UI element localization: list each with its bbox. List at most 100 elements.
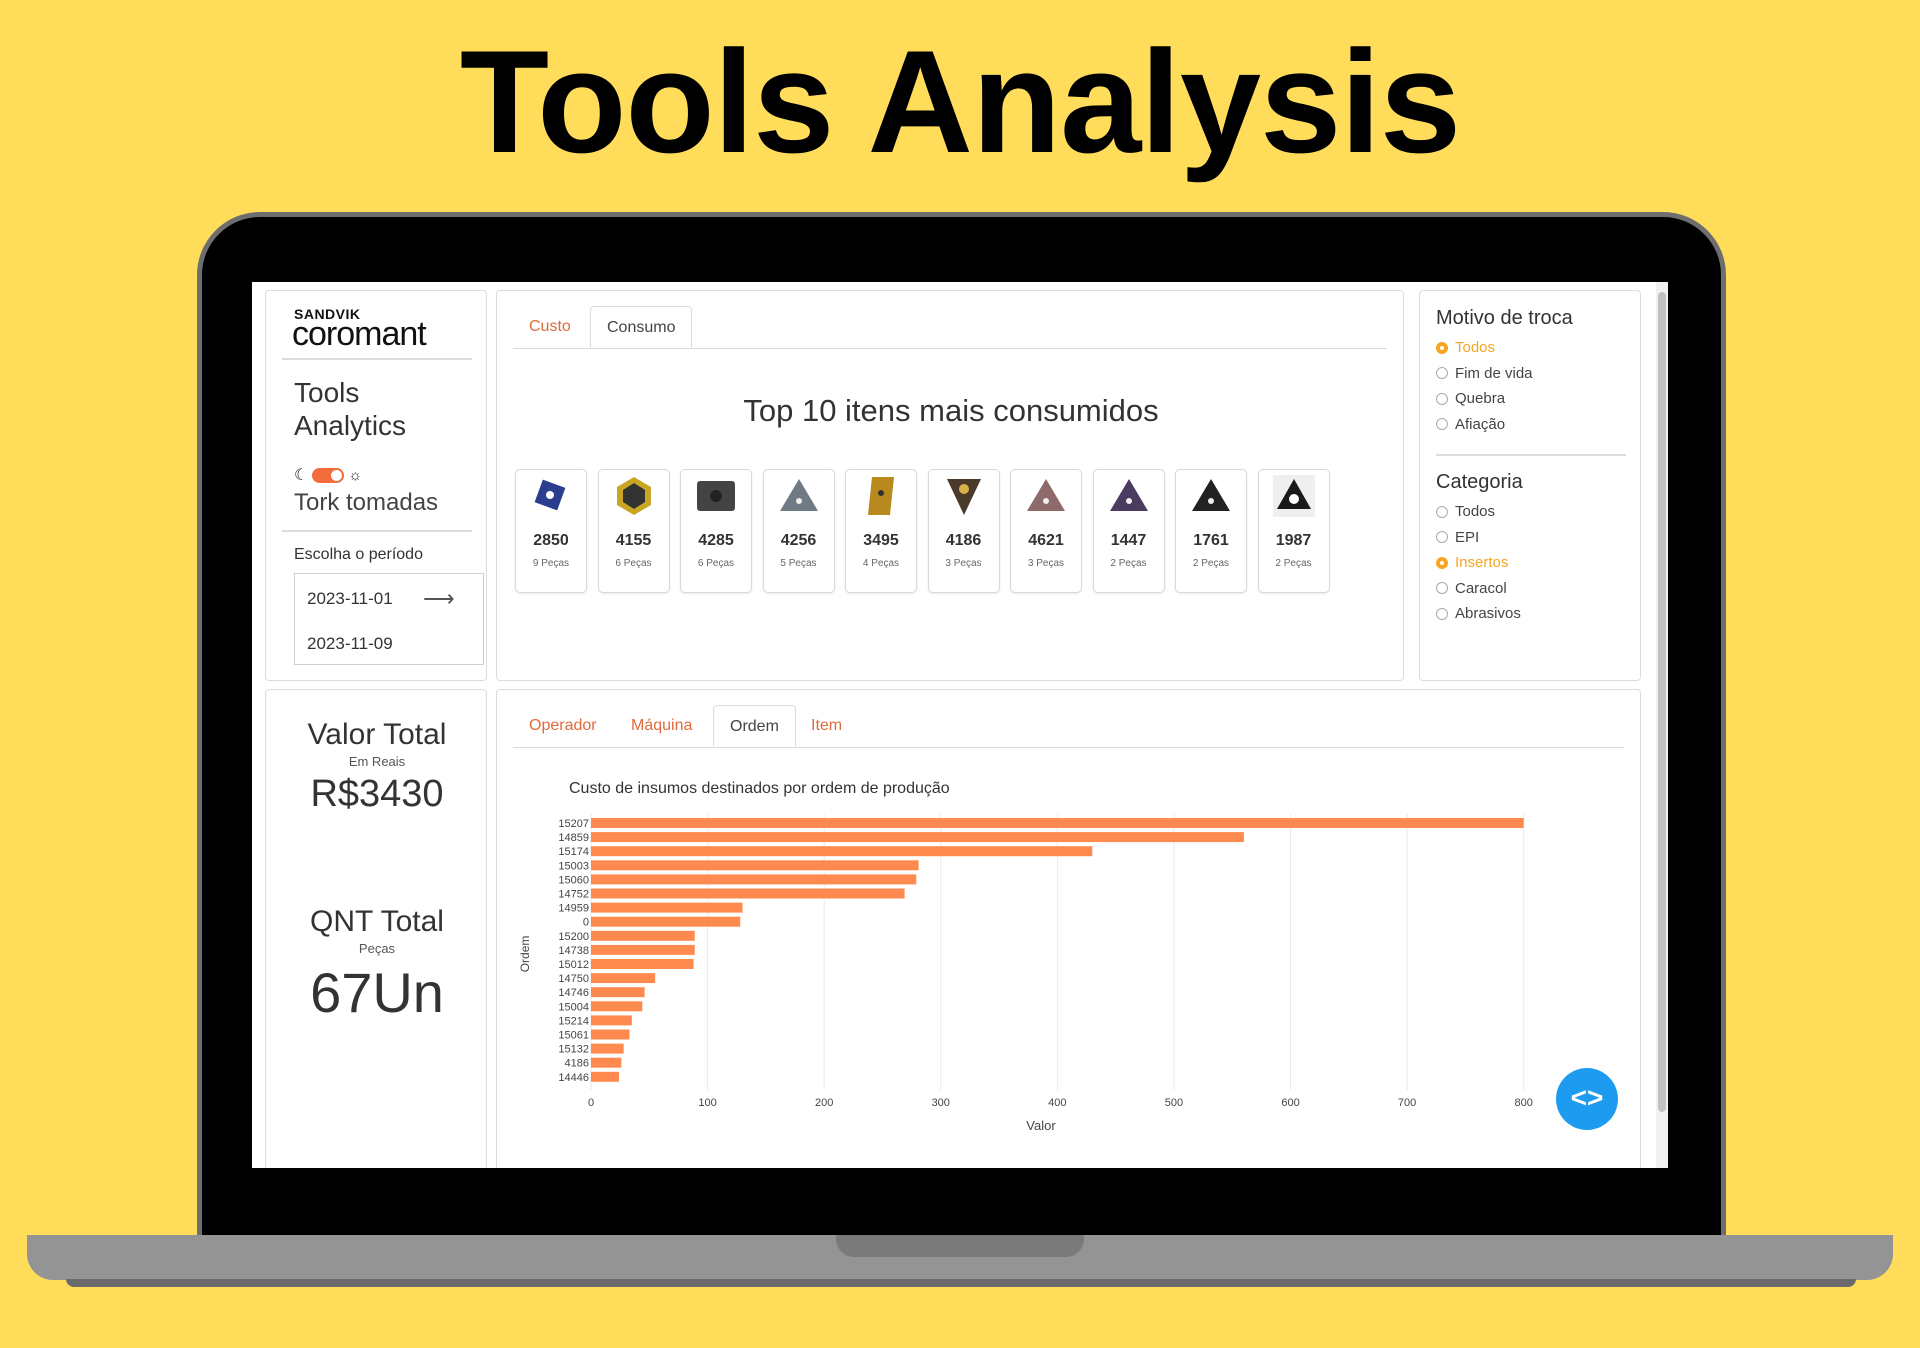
kpi-qnt-value: 67Un [310,961,444,1024]
top10-item[interactable]: 4621 3 Peças [1010,469,1082,593]
bar[interactable] [591,944,695,955]
y-tick-label: 14746 [558,987,589,999]
date-range-picker[interactable]: 2023-11-01 ⟶ 2023-11-09 [294,573,484,665]
bar[interactable] [591,1043,624,1054]
item-code: 2850 [533,532,569,549]
categoria-option[interactable]: Abrasivos [1436,605,1521,622]
top10-item[interactable]: 4155 6 Peças [597,469,670,593]
item-qty: 9 Peças [532,558,570,569]
radio-button[interactable] [1436,556,1448,569]
motivo-option[interactable]: Quebra [1436,390,1505,407]
app-title: Tools Analytics [294,377,407,441]
bar[interactable] [591,888,905,899]
bar[interactable] [591,846,1093,857]
start-date-input[interactable]: 2023-11-01 [307,589,393,609]
radio-button[interactable] [1436,367,1448,379]
motivo-option[interactable]: Todos [1436,339,1495,356]
chart-card: Operador Máquina Ordem Item Custo de ins… [496,689,1641,1168]
y-tick-label: 14859 [558,832,589,844]
brand-logo: coromant [292,315,427,353]
categoria-option[interactable]: EPI [1436,529,1479,546]
motivo-option[interactable]: Fim de vida [1436,365,1533,382]
bar[interactable] [591,1029,630,1040]
top10-item[interactable]: 1987 2 Peças [1257,469,1330,593]
item-code: 4285 [698,532,734,549]
x-tick-label: 800 [1515,1097,1533,1109]
scrollbar[interactable] [1656,282,1668,1168]
categoria-option[interactable]: Insertos [1436,554,1508,571]
insert-image [1109,479,1148,511]
bar[interactable] [591,973,656,984]
bar[interactable] [591,930,695,941]
theme-toggle[interactable]: ☾ ☼ [294,465,362,485]
top10-item[interactable]: 1447 2 Peças [1092,469,1165,593]
tab-consumo[interactable]: Consumo [590,306,693,348]
y-tick-label: 15060 [558,874,589,886]
radio-button[interactable] [1436,607,1448,620]
radio-button[interactable] [1436,392,1448,405]
motivo-option[interactable]: Afiação [1436,416,1505,433]
y-tick-label: 14446 [558,1072,589,1084]
item-code: 4186 [945,532,982,549]
sidebar-card: SANDVIK coromant Tools Analytics ☾ ☼ Tor… [265,290,487,681]
bar[interactable] [591,916,741,927]
radio-button[interactable] [1436,341,1448,354]
kpi-qnt-sub: Peças [358,941,396,956]
item-qty: 2 Peças [1192,558,1230,569]
categoria-option[interactable]: Caracol [1436,580,1507,597]
x-tick-label: 200 [815,1097,833,1109]
bar[interactable] [591,902,743,913]
insert-image [534,479,566,511]
bar[interactable] [591,818,1524,828]
filter-card: Motivo de troca Todos Fim de vida Quebra Af… [1419,290,1641,681]
bar[interactable] [591,987,645,998]
top10-item[interactable]: 4256 5 Peças [762,469,835,593]
radio-label: EPI [1455,528,1480,546]
laptop-notch [836,1235,1084,1257]
bar[interactable] [591,1015,632,1026]
y-tick-label: 4186 [565,1058,589,1070]
insert-image [946,479,981,515]
radio-button[interactable] [1436,505,1448,518]
radio-button[interactable] [1436,531,1448,543]
item-code: 4256 [780,532,817,549]
sun-icon: ☼ [348,466,363,484]
x-tick-label: 700 [1398,1097,1416,1109]
kpi-valor-value: R$3430 [310,773,444,815]
tab-custo[interactable]: Custo [513,306,587,348]
radio-label: Afiação [1455,415,1506,433]
kpi-valor: Valor Total Em Reais R$3430 [266,718,488,816]
top10-item[interactable]: 4285 6 Peças [680,469,752,593]
bar[interactable] [591,832,1244,843]
arrow-right-icon: ⟶ [423,586,455,611]
scroll-thumb[interactable] [1658,292,1666,1112]
top-tabs: Custo Consumo [513,306,1387,349]
radio-button[interactable] [1436,418,1448,430]
end-date-input[interactable]: 2023-11-09 [307,634,393,654]
switch-knob [331,469,343,481]
item-qty: 5 Peças [780,558,817,569]
item-code: 4621 [1028,532,1064,549]
bar[interactable] [591,959,694,969]
top10-item[interactable]: 4186 3 Peças [927,469,1000,593]
bar[interactable] [591,1071,619,1082]
bar-chart: 15207 14859 15174 15003 15060 14752 14959 0 1520… [518,814,1533,1133]
top10-item[interactable]: 1761 2 Peças [1175,469,1247,593]
top10-item[interactable]: 2850 9 Peças [515,469,587,593]
categoria-option[interactable]: Todos [1436,503,1495,520]
kpi-valor-sub: Em Reais [348,754,406,769]
bar[interactable] [591,860,919,871]
bar[interactable] [591,1057,622,1068]
bar[interactable] [591,1001,643,1012]
top10-item[interactable]: 3495 4 Peças [845,469,917,593]
item-code: 1987 [1275,532,1312,549]
divider [282,530,472,532]
y-tick-label: 15132 [558,1044,589,1056]
top10-card: Custo Consumo Top 10 itens mais consumid… [496,290,1404,681]
code-toggle-button[interactable]: <> [1556,1068,1618,1130]
radio-button[interactable] [1436,582,1448,594]
theme-switch[interactable] [312,467,345,483]
item-qty: 2 Peças [1275,558,1312,569]
y-tick-label: 15003 [558,860,589,872]
bar[interactable] [591,874,917,885]
